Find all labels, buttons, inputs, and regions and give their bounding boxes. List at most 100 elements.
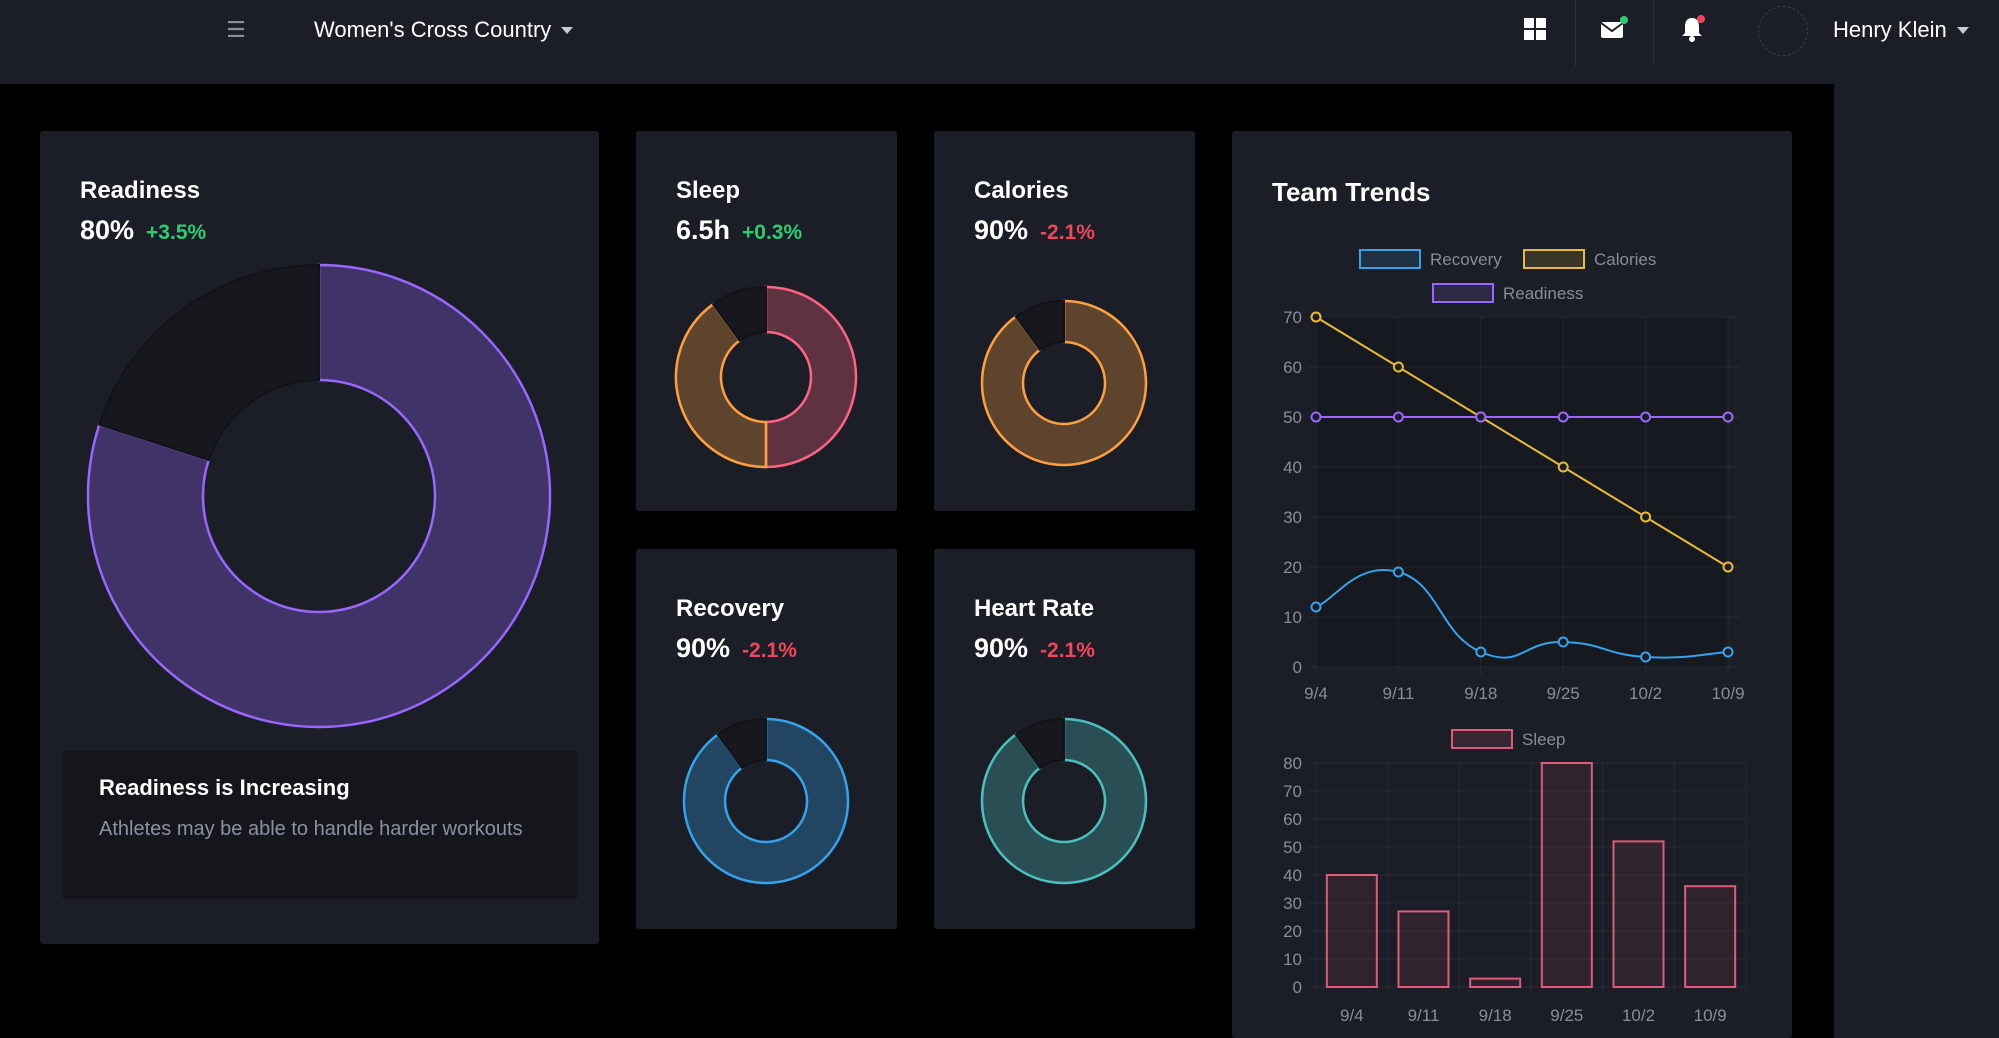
mail-icon[interactable] [1598, 14, 1628, 44]
navbar-divider [1575, 0, 1576, 66]
data-point[interactable] [1475, 411, 1487, 423]
data-point[interactable] [1722, 561, 1734, 573]
readiness-delta: +3.5% [146, 221, 207, 244]
chevron-down-icon [1956, 26, 1969, 34]
x-tick-label: 10/9 [1694, 1006, 1727, 1025]
plot-area [1316, 317, 1728, 667]
legend-item[interactable]: Recovery [1359, 249, 1502, 269]
sleep-title: Sleep [676, 177, 741, 204]
y-tick-label: 20 [1283, 558, 1302, 577]
menu-icon[interactable]: ☰ [224, 19, 248, 41]
legend-label: Calories [1594, 250, 1656, 269]
data-point[interactable] [1392, 411, 1404, 423]
bar[interactable] [1397, 910, 1450, 989]
data-point[interactable] [1640, 511, 1652, 523]
right-sidebar [1834, 84, 1999, 1038]
recovery-delta: -2.1% [742, 639, 797, 662]
sleep-card: Sleep 6.5h +0.3% [636, 131, 897, 511]
x-tick-label: 9/25 [1547, 684, 1580, 703]
legend-swatch [1451, 729, 1513, 749]
team-selector[interactable]: Women's Cross Country [314, 15, 574, 45]
bar[interactable] [1325, 874, 1378, 988]
y-tick-label: 50 [1283, 838, 1302, 857]
x-tick-label: 9/18 [1479, 1006, 1512, 1025]
donut-remainder [98, 263, 320, 462]
bell-badge-icon [1697, 15, 1705, 23]
recovery-donut-chart [682, 717, 850, 885]
team-trends-card: Team Trends Recovery Calories Readiness 0 10… [1232, 131, 1792, 1038]
x-tick-label: 9/4 [1340, 1006, 1364, 1025]
data-point[interactable] [1310, 411, 1322, 423]
insight-title: Readiness is Increasing [99, 775, 350, 800]
user-menu[interactable]: Henry Klein [1833, 15, 1969, 45]
data-point[interactable] [1722, 646, 1734, 658]
y-tick-label: 70 [1283, 308, 1302, 327]
x-tick-label: 9/18 [1464, 684, 1497, 703]
x-tick-label: 10/2 [1629, 684, 1662, 703]
user-name: Henry Klein [1833, 17, 1947, 42]
data-point[interactable] [1557, 636, 1569, 648]
heart-rate-value: 90% -2.1% [974, 633, 1095, 664]
heart-rate-donut-chart [980, 717, 1148, 885]
x-tick-label: 9/11 [1408, 1006, 1440, 1025]
y-tick-label: 30 [1283, 894, 1302, 913]
sleep-delta: +0.3% [742, 221, 803, 244]
data-point[interactable] [1640, 411, 1652, 423]
heart-rate-title: Heart Rate [974, 595, 1095, 622]
grid-icon[interactable] [1520, 14, 1550, 44]
data-point[interactable] [1310, 601, 1322, 613]
legend-item[interactable]: Sleep [1451, 729, 1565, 749]
y-tick-label: 30 [1283, 508, 1302, 527]
heart-rate-value-text: 90% [974, 633, 1029, 663]
chevron-down-icon [561, 26, 574, 34]
calories-donut-chart [980, 299, 1148, 467]
y-tick-label: 20 [1283, 922, 1302, 941]
y-tick-label: 0 [1293, 658, 1302, 677]
data-point[interactable] [1392, 361, 1404, 373]
legend-item[interactable]: Readiness [1432, 283, 1583, 303]
legend-label: Recovery [1430, 250, 1502, 269]
calories-value: 90% -2.1% [974, 215, 1095, 246]
mail-badge-icon [1620, 16, 1628, 24]
data-point[interactable] [1640, 651, 1652, 663]
readiness-value: 80% +3.5% [80, 215, 206, 246]
sleep-value-text: 6.5h [676, 215, 731, 245]
calories-value-text: 90% [974, 215, 1029, 245]
bar[interactable] [1469, 977, 1522, 988]
recovery-title: Recovery [676, 595, 785, 622]
calories-delta: -2.1% [1040, 221, 1095, 244]
data-point[interactable] [1557, 411, 1569, 423]
y-tick-label: 10 [1283, 608, 1302, 627]
recovery-card: Recovery 90% -2.1% [636, 549, 897, 929]
y-tick-label: 80 [1283, 754, 1302, 773]
bar[interactable] [1684, 885, 1737, 989]
x-tick-label: 9/25 [1550, 1006, 1583, 1025]
y-tick-label: 10 [1283, 950, 1302, 969]
heart-rate-card: Heart Rate 90% -2.1% [934, 549, 1195, 929]
data-point[interactable] [1475, 646, 1487, 658]
top-navbar: ☰ Women's Cross Country Henry Klein [0, 0, 1999, 84]
insight-text: Athletes may be able to handle harder wo… [99, 818, 523, 840]
calories-title: Calories [974, 177, 1069, 204]
navbar-divider [1653, 0, 1654, 66]
y-tick-label: 70 [1283, 782, 1302, 801]
y-tick-label: 40 [1283, 866, 1302, 885]
legend-label: Sleep [1522, 730, 1565, 749]
legend-swatch [1359, 249, 1421, 269]
data-point[interactable] [1557, 461, 1569, 473]
data-point[interactable] [1392, 566, 1404, 578]
legend-label: Readiness [1503, 284, 1583, 303]
bell-icon[interactable] [1677, 14, 1707, 44]
legend-item[interactable]: Calories [1523, 249, 1656, 269]
readiness-title: Readiness [80, 177, 201, 204]
calories-card: Calories 90% -2.1% [934, 131, 1195, 511]
avatar[interactable] [1758, 6, 1808, 56]
data-point[interactable] [1310, 311, 1322, 323]
bar[interactable] [1612, 840, 1665, 989]
y-tick-label: 50 [1283, 408, 1302, 427]
data-point[interactable] [1722, 411, 1734, 423]
bar[interactable] [1540, 762, 1593, 988]
sleep-value: 6.5h +0.3% [676, 215, 802, 246]
sleep-donut-chart [674, 285, 858, 469]
x-tick-label: 9/4 [1304, 684, 1328, 703]
